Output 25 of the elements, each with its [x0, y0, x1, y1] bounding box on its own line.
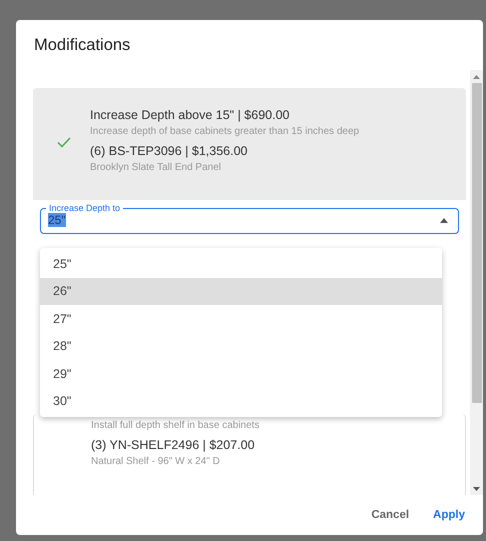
menu-option[interactable]: 27"	[40, 305, 442, 332]
apply-button[interactable]: Apply	[429, 503, 469, 527]
modification-description: Increase depth of base cabinets greater than 15 inches deep	[90, 126, 360, 137]
dialog-title: Modifications	[33, 34, 132, 56]
modification-title: Increase Depth above 15" | $690.00	[90, 108, 290, 122]
scrollbar-thumb[interactable]	[472, 83, 482, 403]
product-line: (6) BS-TEP3096 | $1,356.00	[90, 144, 249, 158]
caret-icon	[440, 218, 448, 222]
menu-option[interactable]: 28"	[40, 332, 442, 360]
modification-card[interactable]: Increase Depth above 15" | $690.00 Increase depth of base cabinets greater than 15 inches deep (6) BS-TEP3096 | $1,356.00 Brooklyn Slate Tall End Panel Increase Depth to 25"	[33, 88, 466, 242]
product-line: (3) YN-SHELF2496 | $207.00	[91, 438, 256, 452]
scrollbar[interactable]	[470, 70, 483, 495]
product-name: Natural Shelf - 96" W x 24" D	[91, 456, 221, 467]
menu-option[interactable]: 26"	[40, 278, 442, 305]
scroll-down-icon[interactable]	[473, 486, 480, 490]
menu-option[interactable]: 30"	[40, 388, 442, 415]
modification-description: Install full depth shelf in base cabinets	[91, 420, 260, 431]
cancel-button[interactable]: Cancel	[367, 503, 414, 527]
product-name: Brooklyn Slate Tall End Panel	[90, 162, 222, 173]
scroll-up-icon[interactable]	[473, 74, 480, 78]
check-icon	[57, 137, 71, 148]
modification-card[interactable]: Install full depth shelf in base cabinets (3) YN-SHELF2496 | $207.00 Natural Shelf - 96" W x 24" D	[33, 414, 466, 495]
depth-select[interactable]: Increase Depth to 25"	[40, 204, 459, 234]
menu-option[interactable]: 29"	[40, 360, 442, 388]
menu-option[interactable]: 25"	[40, 250, 442, 278]
